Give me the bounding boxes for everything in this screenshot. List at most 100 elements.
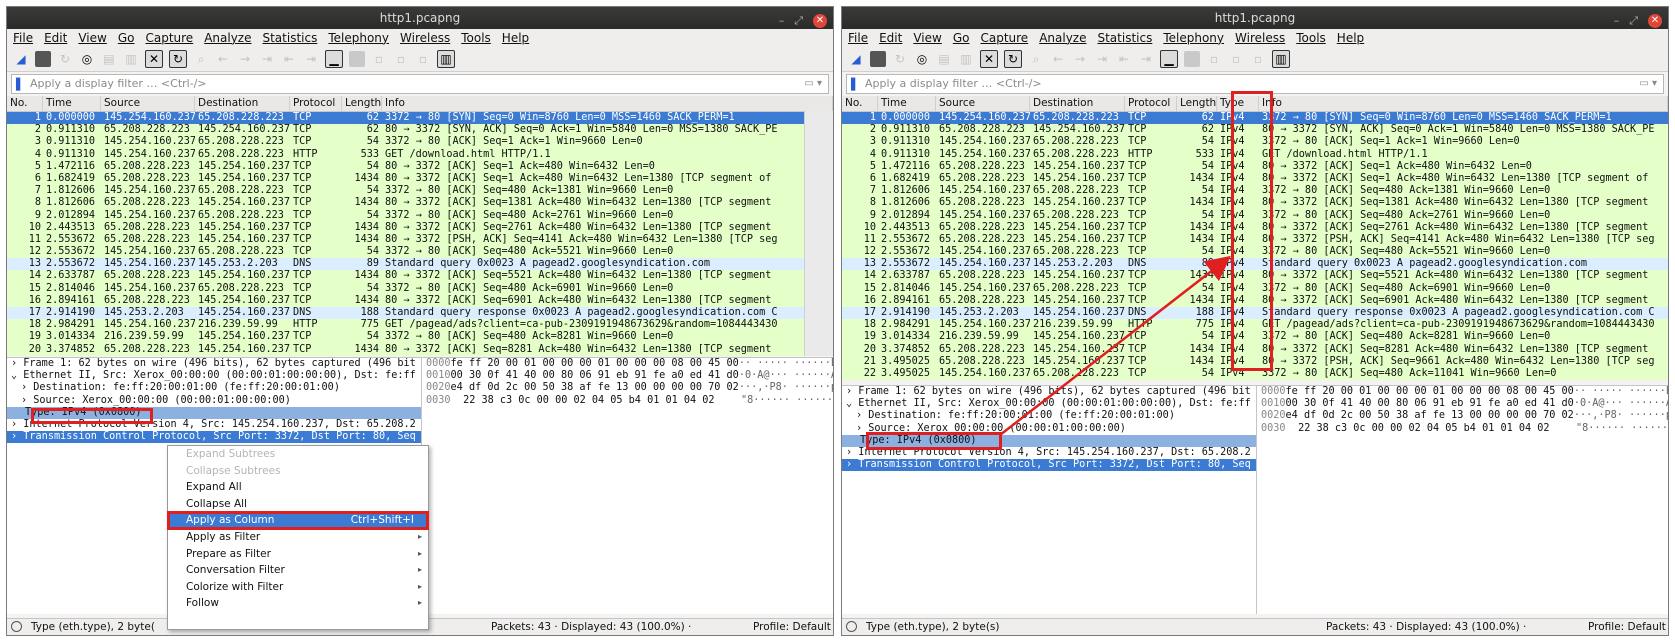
column-header-time[interactable]: Time xyxy=(878,96,936,111)
detail-tree-item[interactable]: › Internet Protocol Version 4, Src: 145.… xyxy=(842,447,1256,459)
menu-telephony[interactable]: Telephony xyxy=(1163,29,1224,47)
menu-wireless[interactable]: Wireless xyxy=(1235,29,1285,47)
packet-row[interactable]: 10 2.443513 65.208.228.223 145.254.160.237 T… xyxy=(842,221,1668,234)
context-menu-item-follow[interactable]: Follow ▸ xyxy=(168,595,428,612)
expand-arrow-icon[interactable]: ⌄ xyxy=(846,398,858,409)
save-file-icon[interactable]: ▥ xyxy=(123,51,139,67)
go-back-icon[interactable]: ← xyxy=(1050,51,1066,67)
menu-tools[interactable]: Tools xyxy=(461,29,491,47)
expert-info-icon[interactable] xyxy=(11,621,22,632)
restart-capture-icon[interactable]: ↻ xyxy=(57,51,73,67)
packet-row[interactable]: 11 2.553672 65.208.228.223 145.254.160.237 T… xyxy=(842,233,1668,247)
expand-arrow-icon[interactable]: › xyxy=(856,410,868,421)
detail-tree-item[interactable]: ⌄ Ethernet II, Src: Xerox_00:00:00 (00:0… xyxy=(7,370,421,382)
column-header-source[interactable]: Source xyxy=(936,96,1030,111)
expand-arrow-icon[interactable]: › xyxy=(11,419,23,430)
maximize-icon[interactable]: ⤢ xyxy=(794,10,803,32)
go-forward-icon[interactable]: → xyxy=(237,51,253,67)
column-header-length[interactable]: Length xyxy=(342,96,382,111)
find-icon[interactable]: ⌕ xyxy=(193,51,209,67)
packet-row[interactable]: 2 0.911310 65.208.228.223 145.254.160.237 TC… xyxy=(842,124,1668,137)
menu-telephony[interactable]: Telephony xyxy=(328,29,389,47)
capture-options-icon[interactable]: ◎ xyxy=(79,51,95,67)
expand-arrow-icon[interactable]: › xyxy=(21,382,33,393)
packet-row[interactable]: 9 2.012894 145.254.160.237 65.208.228.223 TC… xyxy=(842,209,1668,222)
packet-row[interactable]: 12 2.553672 145.254.160.237 65.208.228.223 T… xyxy=(842,246,1668,259)
menu-file[interactable]: File xyxy=(848,29,868,47)
close-file-icon[interactable]: ✕ xyxy=(980,50,998,68)
colorize-icon[interactable] xyxy=(349,51,365,67)
zoom-in-icon[interactable]: ▫ xyxy=(1206,51,1222,67)
packet-row[interactable]: 6 1.682419 65.208.228.223 145.254.160.237 TC… xyxy=(7,172,833,186)
packet-row[interactable]: 18 2.984291 145.254.160.237 216.239.59.99 HT… xyxy=(842,319,1668,332)
packet-row[interactable]: 5 1.472116 65.208.228.223 145.254.160.237 TC… xyxy=(842,160,1668,173)
context-menu-item-apply-as-filter[interactable]: Apply as Filter ▸ xyxy=(168,529,428,546)
detail-tree-item[interactable]: › Frame 1: 62 bytes on wire (496 bits), … xyxy=(7,358,421,370)
packet-row[interactable]: 5 1.472116 65.208.228.223 145.254.160.237 TC… xyxy=(7,160,833,173)
menu-analyze[interactable]: Analyze xyxy=(204,29,251,47)
column-header-no[interactable]: No. xyxy=(7,96,43,111)
bytes-line[interactable]: 0020 e4 df 0d 2c 00 50 38 af fe 13 00 00 … xyxy=(1257,410,1668,422)
menu-edit[interactable]: Edit xyxy=(879,29,902,47)
maximize-icon[interactable]: ⤢ xyxy=(1629,10,1638,32)
detail-tree-item[interactable]: › Transmission Control Protocol, Src Por… xyxy=(842,459,1256,472)
detail-tree-item[interactable]: › Destination: fe:ff:20:00:01:00 (fe:ff:… xyxy=(7,382,421,394)
detail-tree-item[interactable]: › Frame 1: 62 bytes on wire (496 bits), … xyxy=(842,386,1256,398)
menu-tools[interactable]: Tools xyxy=(1296,29,1326,47)
column-header-no[interactable]: No. xyxy=(842,96,878,111)
packet-row[interactable]: 7 1.812606 145.254.160.237 65.208.228.223 TC… xyxy=(842,185,1668,198)
menu-view[interactable]: View xyxy=(78,29,106,47)
resize-columns-icon[interactable]: ▥ xyxy=(1272,50,1290,68)
resize-columns-icon[interactable]: ▥ xyxy=(437,50,455,68)
menu-file[interactable]: File xyxy=(13,29,33,47)
autoscroll-icon[interactable]: ▁ xyxy=(1160,50,1178,68)
detail-tree-item[interactable]: › Internet Protocol Version 4, Src: 145.… xyxy=(7,419,421,431)
packet-row[interactable]: 20 3.374852 65.208.228.223 145.254.160.237 T… xyxy=(7,343,833,356)
go-back-icon[interactable]: ← xyxy=(215,51,231,67)
close-icon[interactable]: ✕ xyxy=(1648,14,1662,28)
detail-tree-item[interactable]: ⌄ Ethernet II, Src: Xerox_00:00:00 (00:0… xyxy=(842,398,1256,410)
last-packet-icon[interactable]: ⇥ xyxy=(1138,51,1154,67)
packet-row[interactable]: 17 2.914190 145.253.2.203 145.254.160.237 DN… xyxy=(842,307,1668,320)
packet-row[interactable]: 21 3.495025 65.208.228.223 145.254.160.237 T… xyxy=(842,355,1668,368)
packet-row[interactable]: 4 0.911310 145.254.160.237 65.208.228.223 HT… xyxy=(7,148,833,161)
bookmark-icon[interactable]: ▌ xyxy=(851,76,859,94)
bytes-line[interactable]: 0010 00 30 0f 41 40 00 80 06 91 eb 91 fe … xyxy=(422,370,833,382)
menu-capture[interactable]: Capture xyxy=(145,29,193,47)
go-forward-icon[interactable]: → xyxy=(1072,51,1088,67)
shark-fin-start-icon[interactable]: ◢ xyxy=(13,51,29,67)
menu-help[interactable]: Help xyxy=(502,29,529,47)
packet-row[interactable]: 10 2.443513 65.208.228.223 145.254.160.237 T… xyxy=(7,221,833,234)
menu-statistics[interactable]: Statistics xyxy=(262,29,317,47)
column-header-time[interactable]: Time xyxy=(43,96,101,111)
bytes-line[interactable]: 0010 00 30 0f 41 40 00 80 06 91 eb 91 fe … xyxy=(1257,398,1668,410)
go-to-packet-icon[interactable]: ⇥ xyxy=(1094,51,1110,67)
menu-edit[interactable]: Edit xyxy=(44,29,67,47)
reload-icon[interactable]: ↻ xyxy=(1004,50,1022,68)
packet-row[interactable]: 3 0.911310 145.254.160.237 65.208.228.223 TC… xyxy=(842,136,1668,149)
display-filter-input[interactable]: ▌ Apply a display filter … <Ctrl-/> ▭ ▾ xyxy=(846,74,1664,94)
bytes-line[interactable]: 0000 fe ff 20 00 01 00 00 00 01 00 00 00 … xyxy=(1257,386,1668,398)
menu-analyze[interactable]: Analyze xyxy=(1039,29,1086,47)
column-header-destination[interactable]: Destination xyxy=(1030,96,1125,111)
menu-help[interactable]: Help xyxy=(1337,29,1364,47)
bytes-line[interactable]: 0000 fe ff 20 00 01 00 00 00 01 00 00 00 … xyxy=(422,358,833,370)
packet-row[interactable]: 16 2.894161 65.208.228.223 145.254.160.237 T… xyxy=(7,294,833,307)
close-icon[interactable]: ✕ xyxy=(813,14,827,28)
menu-statistics[interactable]: Statistics xyxy=(1097,29,1152,47)
menu-go[interactable]: Go xyxy=(118,29,135,47)
minimize-icon[interactable]: – xyxy=(779,10,785,32)
context-menu-item-prepare-as-filter[interactable]: Prepare as Filter ▸ xyxy=(168,546,428,563)
reload-icon[interactable]: ↻ xyxy=(169,50,187,68)
expert-info-icon[interactable] xyxy=(846,621,857,632)
status-profile[interactable]: Profile: Default xyxy=(1576,619,1666,635)
packet-row[interactable]: 12 2.553672 145.254.160.237 65.208.228.223 T… xyxy=(7,246,833,259)
menu-view[interactable]: View xyxy=(913,29,941,47)
packet-row[interactable]: 6 1.682419 65.208.228.223 145.254.160.237 TC… xyxy=(842,172,1668,186)
zoom-out-icon[interactable]: ▫ xyxy=(1228,51,1244,67)
save-file-icon[interactable]: ▥ xyxy=(958,51,974,67)
shark-fin-start-icon[interactable]: ◢ xyxy=(848,51,864,67)
open-file-icon[interactable]: ▤ xyxy=(101,51,117,67)
colorize-icon[interactable] xyxy=(1184,51,1200,67)
last-packet-icon[interactable]: ⇥ xyxy=(303,51,319,67)
